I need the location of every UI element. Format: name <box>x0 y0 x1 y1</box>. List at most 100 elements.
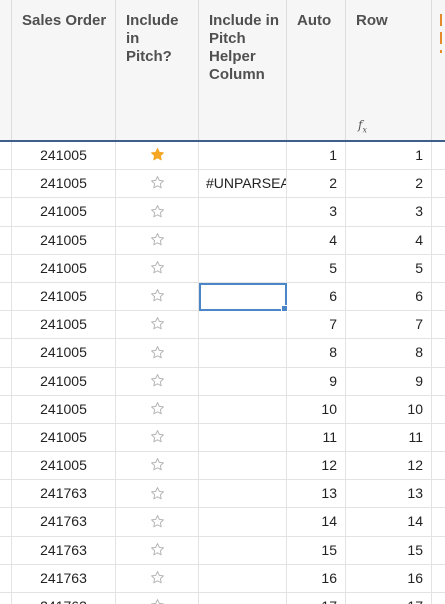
auto-cell[interactable]: 17 <box>287 593 346 604</box>
table-row[interactable]: 241005 7 7 <box>0 311 445 340</box>
include-in-pitch-cell[interactable] <box>116 452 199 480</box>
helper-column-cell[interactable]: #UNPARSEABLE <box>199 170 287 198</box>
column-header-row[interactable]: Row fx <box>346 0 432 140</box>
include-in-pitch-cell[interactable] <box>116 480 199 508</box>
star-outline-icon[interactable] <box>150 203 165 219</box>
star-outline-icon[interactable] <box>150 175 165 191</box>
auto-cell[interactable]: 6 <box>287 282 346 311</box>
star-outline-icon[interactable] <box>150 288 165 304</box>
helper-column-cell[interactable] <box>199 311 287 339</box>
row-number-cell[interactable]: 13 <box>346 480 432 508</box>
helper-column-cell[interactable] <box>199 339 287 367</box>
column-header-auto[interactable]: Auto <box>287 0 346 140</box>
auto-cell[interactable]: 13 <box>287 480 346 508</box>
sales-order-cell[interactable]: 241005 <box>12 395 116 423</box>
auto-cell[interactable]: 1 <box>287 142 346 170</box>
helper-column-cell[interactable] <box>199 254 287 282</box>
sales-order-cell[interactable]: 241763 <box>12 480 116 508</box>
auto-cell[interactable]: 3 <box>287 198 346 226</box>
next-column-cell[interactable] <box>432 565 445 592</box>
auto-cell[interactable]: 8 <box>287 339 346 367</box>
star-filled-icon[interactable] <box>150 147 165 163</box>
table-row[interactable]: 241005 9 9 <box>0 367 445 396</box>
auto-cell[interactable]: 2 <box>287 170 346 198</box>
table-row[interactable]: 241005 10 10 <box>0 395 445 424</box>
row-number-cell[interactable]: 9 <box>346 367 432 395</box>
include-in-pitch-cell[interactable] <box>116 142 199 170</box>
star-outline-icon[interactable] <box>150 570 165 586</box>
column-header-next[interactable] <box>432 0 445 140</box>
include-in-pitch-cell[interactable] <box>116 564 199 592</box>
helper-column-cell[interactable] <box>199 480 287 508</box>
row-number-cell[interactable]: 3 <box>346 198 432 226</box>
auto-cell[interactable]: 9 <box>287 367 346 395</box>
row-number-cell[interactable]: 16 <box>346 564 432 592</box>
row-number-cell[interactable]: 5 <box>346 254 432 282</box>
sales-order-cell[interactable]: 241005 <box>12 254 116 282</box>
star-outline-icon[interactable] <box>150 373 165 389</box>
table-row[interactable]: 241005 4 4 <box>0 226 445 255</box>
sales-order-cell[interactable]: 241005 <box>12 142 116 170</box>
sales-order-cell[interactable]: 241763 <box>12 508 116 536</box>
helper-column-cell[interactable] <box>199 564 287 592</box>
helper-column-cell[interactable] <box>199 226 287 254</box>
auto-cell[interactable]: 16 <box>287 564 346 592</box>
sales-order-cell[interactable]: 241763 <box>12 564 116 592</box>
table-row[interactable]: 241763 17 17 <box>0 593 445 604</box>
auto-cell[interactable]: 4 <box>287 226 346 254</box>
table-row[interactable]: 241005 5 5 <box>0 254 445 283</box>
include-in-pitch-cell[interactable] <box>116 170 199 198</box>
auto-cell[interactable]: 10 <box>287 395 346 423</box>
sales-order-cell[interactable]: 241763 <box>12 536 116 564</box>
include-in-pitch-cell[interactable] <box>116 423 199 452</box>
table-row[interactable]: 241763 13 13 <box>0 480 445 509</box>
auto-cell[interactable]: 5 <box>287 254 346 282</box>
include-in-pitch-cell[interactable] <box>116 593 199 604</box>
helper-column-cell[interactable] <box>199 452 287 480</box>
row-number-cell[interactable]: 17 <box>346 593 432 604</box>
helper-column-cell[interactable] <box>199 593 287 604</box>
row-number-cell[interactable]: 8 <box>346 339 432 367</box>
next-column-cell[interactable] <box>432 396 445 423</box>
star-outline-icon[interactable] <box>150 401 165 417</box>
row-number-cell[interactable]: 15 <box>346 536 432 564</box>
next-column-cell[interactable] <box>432 537 445 564</box>
sales-order-cell[interactable]: 241005 <box>12 282 116 311</box>
include-in-pitch-cell[interactable] <box>116 339 199 367</box>
next-column-cell[interactable] <box>432 480 445 507</box>
star-outline-icon[interactable] <box>150 598 165 604</box>
row-number-cell[interactable]: 14 <box>346 508 432 536</box>
star-outline-icon[interactable] <box>150 344 165 360</box>
column-header-helper[interactable]: Include in Pitch Helper Column <box>199 0 287 140</box>
include-in-pitch-cell[interactable] <box>116 282 199 311</box>
next-column-cell[interactable] <box>432 283 445 310</box>
next-column-cell[interactable] <box>432 255 445 282</box>
helper-column-cell[interactable] <box>199 423 287 452</box>
next-column-cell[interactable] <box>432 311 445 338</box>
next-column-cell[interactable] <box>432 368 445 395</box>
star-outline-icon[interactable] <box>150 513 165 529</box>
next-column-cell[interactable] <box>432 198 445 225</box>
column-header-include-in-pitch[interactable]: Include in Pitch? <box>116 0 199 140</box>
helper-column-cell[interactable] <box>199 508 287 536</box>
auto-cell[interactable]: 11 <box>287 423 346 452</box>
row-number-cell[interactable]: 12 <box>346 452 432 480</box>
include-in-pitch-cell[interactable] <box>116 508 199 536</box>
table-row[interactable]: 241005 11 11 <box>0 423 445 453</box>
include-in-pitch-cell[interactable] <box>116 395 199 423</box>
include-in-pitch-cell[interactable] <box>116 198 199 226</box>
star-outline-icon[interactable] <box>150 485 165 501</box>
table-row[interactable]: 241763 16 16 <box>0 564 445 593</box>
helper-column-cell[interactable] <box>199 536 287 564</box>
next-column-cell[interactable] <box>432 424 445 451</box>
sales-order-cell[interactable]: 241005 <box>12 452 116 480</box>
star-outline-icon[interactable] <box>150 542 165 558</box>
row-number-cell[interactable]: 10 <box>346 395 432 423</box>
table-row[interactable]: 241763 15 15 <box>0 536 445 565</box>
row-number-cell[interactable]: 1 <box>346 142 432 170</box>
row-number-cell[interactable]: 4 <box>346 226 432 254</box>
star-outline-icon[interactable] <box>150 457 165 473</box>
helper-column-cell[interactable] <box>199 198 287 226</box>
next-column-cell[interactable] <box>432 508 445 535</box>
table-row[interactable]: 241005 1 1 <box>0 142 445 171</box>
